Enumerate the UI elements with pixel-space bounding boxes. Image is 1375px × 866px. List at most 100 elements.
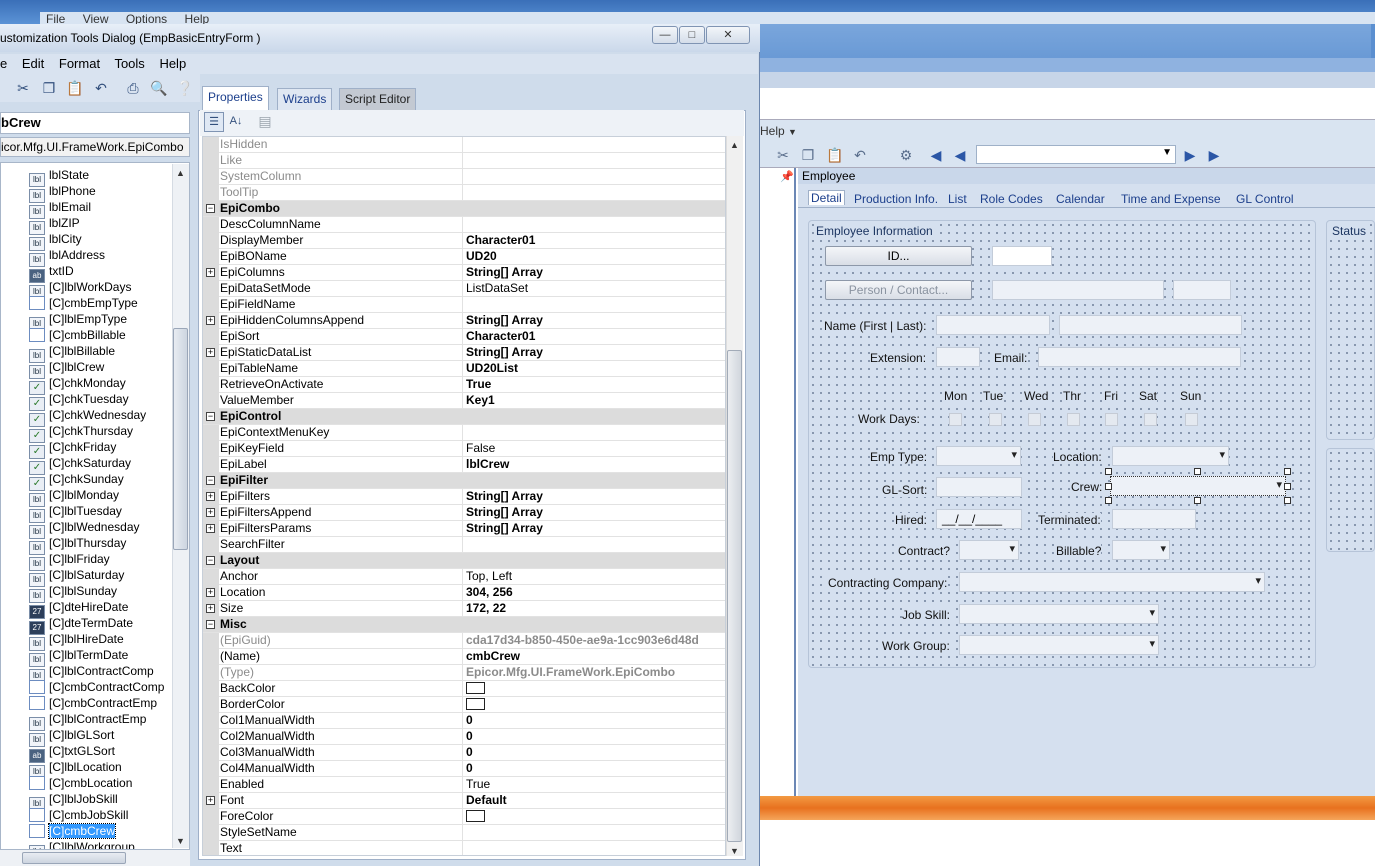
- property-row[interactable]: EpiSort Character01: [203, 329, 725, 345]
- categorized-icon[interactable]: ☰: [204, 112, 224, 132]
- next-record-icon[interactable]: ▶: [1182, 147, 1198, 163]
- tab-properties[interactable]: Properties: [202, 86, 269, 110]
- tree-node[interactable]: lbl [C]lblEmpType: [29, 311, 127, 331]
- tab-gl-control[interactable]: GL Control: [1236, 192, 1294, 206]
- prev-record-icon[interactable]: ◀: [952, 147, 968, 163]
- tree-node[interactable]: [C]cmbContractEmp: [29, 695, 157, 711]
- chk-thursday[interactable]: [1067, 413, 1080, 426]
- person-contact-button[interactable]: Person / Contact...: [825, 280, 972, 300]
- tree-node[interactable]: lbl [C]lblBillable: [29, 343, 115, 363]
- paste-icon[interactable]: 📋: [66, 79, 84, 97]
- expand-icon[interactable]: +: [206, 604, 215, 613]
- work-group-combo[interactable]: [959, 635, 1159, 655]
- property-row[interactable]: DisplayMember Character01: [203, 233, 725, 249]
- id-field[interactable]: [992, 246, 1052, 266]
- tree-node[interactable]: lbl lblZIP: [29, 215, 80, 235]
- tree-node[interactable]: lbl [C]lblHireDate: [29, 631, 124, 651]
- color-swatch[interactable]: [466, 698, 485, 710]
- property-value[interactable]: String[] Array: [465, 313, 725, 328]
- tree-node[interactable]: [C]cmbBillable: [29, 327, 126, 343]
- property-row[interactable]: (EpiGuid) cda17d34-b850-450e-ae9a-1cc903e…: [203, 633, 725, 649]
- property-row[interactable]: Enabled True: [203, 777, 725, 793]
- property-row[interactable]: + EpiColumns String[] Array: [203, 265, 725, 281]
- property-value[interactable]: Top, Left: [465, 569, 725, 584]
- property-row[interactable]: ValueMember Key1: [203, 393, 725, 409]
- expand-icon[interactable]: +: [206, 588, 215, 597]
- property-value[interactable]: UD20: [465, 249, 725, 264]
- contracting-company-combo[interactable]: [959, 572, 1265, 592]
- property-category[interactable]: − EpiFilter: [203, 473, 725, 489]
- property-row[interactable]: + Font Default: [203, 793, 725, 809]
- last-name-field[interactable]: [1059, 315, 1242, 335]
- property-row[interactable]: EpiDataSetMode ListDataSet: [203, 281, 725, 297]
- property-category[interactable]: − EpiCombo: [203, 201, 725, 217]
- property-value[interactable]: String[] Array: [465, 345, 725, 360]
- property-row[interactable]: + EpiFiltersParams String[] Array: [203, 521, 725, 537]
- property-value[interactable]: [465, 681, 725, 698]
- binoculars-icon[interactable]: ⚙: [898, 147, 914, 163]
- crew-combo[interactable]: [1110, 476, 1286, 496]
- tree-node[interactable]: [C]cmbLocation: [29, 775, 132, 791]
- undo-icon[interactable]: ↶: [852, 147, 868, 163]
- property-row[interactable]: Text: [203, 841, 725, 855]
- job-skill-combo[interactable]: [959, 604, 1159, 624]
- property-value[interactable]: Character01: [465, 329, 725, 344]
- property-value[interactable]: 0: [465, 761, 725, 776]
- tree-node[interactable]: lbl [C]lblSunday: [29, 583, 117, 603]
- tree-node[interactable]: lbl [C]lblSaturday: [29, 567, 124, 587]
- property-value[interactable]: 0: [465, 729, 725, 744]
- tree-node[interactable]: [C]chkWednesday: [29, 407, 146, 427]
- property-row[interactable]: Col2ManualWidth 0: [203, 729, 725, 745]
- tree-node[interactable]: lbl lblEmail: [29, 199, 91, 219]
- property-grid[interactable]: IsHidden Like SystemColumn ToolTip − EpiCombo…: [202, 136, 726, 856]
- property-row[interactable]: Anchor Top, Left: [203, 569, 725, 585]
- property-value[interactable]: cda17d34-b850-450e-ae9a-1cc903e6d48d: [465, 633, 725, 648]
- cut-icon[interactable]: ✂: [775, 147, 791, 163]
- tree-node[interactable]: lbl [C]lblContractEmp: [29, 711, 146, 731]
- property-value[interactable]: True: [465, 777, 725, 792]
- tree-node[interactable]: [C]cmbContractComp: [29, 679, 164, 695]
- property-category[interactable]: − Misc: [203, 617, 725, 633]
- property-value[interactable]: ListDataSet: [465, 281, 725, 296]
- expand-icon[interactable]: +: [206, 796, 215, 805]
- grid-scroll-thumb[interactable]: [727, 350, 742, 842]
- scroll-down-icon[interactable]: ▼: [730, 846, 739, 856]
- record-combo[interactable]: ▼: [976, 145, 1176, 164]
- close-button[interactable]: ✕: [706, 26, 750, 44]
- color-swatch[interactable]: [466, 810, 485, 822]
- undo-icon[interactable]: ↶: [92, 79, 110, 97]
- tree-node[interactable]: [C]cmbCrew: [29, 823, 117, 839]
- resize-handle[interactable]: [1194, 468, 1201, 475]
- tree-hscroll-thumb[interactable]: [22, 852, 126, 864]
- terminated-date-field[interactable]: [1112, 509, 1196, 529]
- chk-saturday[interactable]: [1144, 413, 1157, 426]
- scroll-up-icon[interactable]: ▲: [730, 140, 739, 150]
- tree-node[interactable]: lbl [C]lblFriday: [29, 551, 110, 571]
- property-row[interactable]: (Type) Epicor.Mfg.UI.FrameWork.EpiCombo: [203, 665, 725, 681]
- tree-scroll-thumb[interactable]: [173, 328, 188, 550]
- tab-detail[interactable]: Detail: [808, 190, 845, 205]
- resize-handle[interactable]: [1284, 468, 1291, 475]
- last-record-icon[interactable]: ▶: [1206, 147, 1222, 163]
- property-value[interactable]: String[] Array: [465, 489, 725, 504]
- emp-type-combo[interactable]: [936, 446, 1021, 466]
- property-value[interactable]: 0: [465, 745, 725, 760]
- property-value[interactable]: cmbCrew: [465, 649, 725, 664]
- property-value[interactable]: String[] Array: [465, 521, 725, 536]
- resize-handle[interactable]: [1284, 483, 1291, 490]
- chk-sunday[interactable]: [1185, 413, 1198, 426]
- help-icon[interactable]: ❔: [176, 79, 194, 97]
- property-row[interactable]: IsHidden: [203, 137, 725, 153]
- property-value[interactable]: Key1: [465, 393, 725, 408]
- tree-node[interactable]: 27 [C]dteTermDate: [29, 615, 133, 635]
- property-value[interactable]: 304, 256: [465, 585, 725, 600]
- gl-sort-field[interactable]: [936, 477, 1022, 497]
- property-value[interactable]: 172, 22: [465, 601, 725, 616]
- print-icon[interactable]: ⎙: [124, 79, 142, 97]
- tree-node[interactable]: lbl [C]lblJobSkill: [29, 791, 118, 811]
- resize-handle[interactable]: [1194, 497, 1201, 504]
- chk-wednesday[interactable]: [1028, 413, 1041, 426]
- minimize-button[interactable]: —: [652, 26, 678, 44]
- property-row[interactable]: SystemColumn: [203, 169, 725, 185]
- tree-node[interactable]: lbl [C]lblContractComp: [29, 663, 154, 683]
